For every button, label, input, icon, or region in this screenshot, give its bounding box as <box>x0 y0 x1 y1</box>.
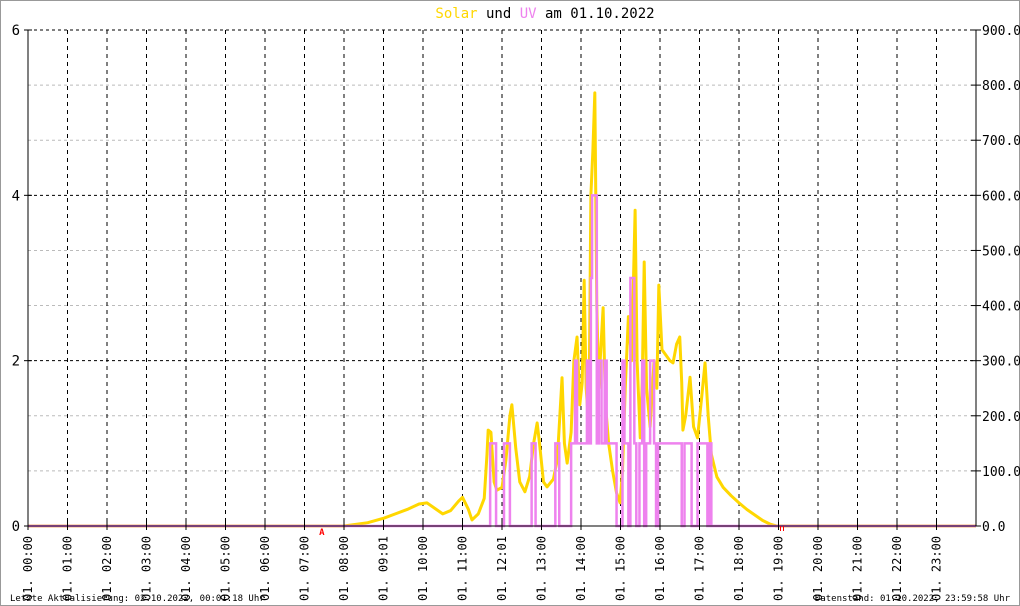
x-tick-label: 01. 17:00 <box>693 536 707 601</box>
x-tick-label: 01. 02:00 <box>100 536 114 601</box>
title-und: und <box>478 6 520 22</box>
right-tick-label: 700.0 <box>982 134 1020 149</box>
x-tick-label: 01. 12:01 <box>495 536 509 601</box>
title-uv: UV <box>520 6 537 22</box>
x-tick-label: 01. 18:00 <box>732 536 746 601</box>
x-tick-label: 01. 19:00 <box>772 536 786 601</box>
right-tick-label: 100.0 <box>982 465 1020 480</box>
x-tick-label: 01. 14:00 <box>574 536 588 601</box>
right-tick-label: 900.0 <box>982 24 1020 39</box>
x-tick-label: 01. 13:00 <box>535 536 549 601</box>
x-tick-label: 01. 00:00 <box>21 536 35 601</box>
right-tick-label: 400.0 <box>982 300 1020 315</box>
x-tick-label: 01. 06:00 <box>258 536 272 601</box>
x-tick-label: 01. 20:00 <box>811 536 825 601</box>
x-tick-label: 01. 15:00 <box>614 536 628 601</box>
right-tick-label: 600.0 <box>982 189 1020 204</box>
x-tick-label: 01. 05:00 <box>219 536 233 601</box>
title-solar: Solar <box>435 6 477 22</box>
right-tick-label: 500.0 <box>982 244 1020 259</box>
left-tick-label: 6 <box>12 23 20 39</box>
x-tick-label: 01. 03:00 <box>140 536 154 601</box>
left-tick-label: 2 <box>12 354 20 370</box>
right-tick-label: 0.0 <box>982 520 1005 535</box>
x-tick-label: 01. 04:00 <box>179 536 193 601</box>
x-tick-label: 01. 21:00 <box>851 536 865 601</box>
footer-data-status: Datenstand: 01.10.2022, 23:59:58 Uhr <box>815 594 1011 604</box>
footer-last-update: Letzte Aktualisierung: 02.10.2022, 00:01… <box>10 594 265 604</box>
x-tick-label: 01. 10:00 <box>416 536 430 601</box>
x-tick-label: 01. 09:01 <box>377 536 391 601</box>
x-tick-label: 01. 08:00 <box>337 536 351 601</box>
x-tick-label: 01. 16:00 <box>653 536 667 601</box>
annotation-marker: A <box>319 528 325 538</box>
solar-uv-chart: 0.0 100.0 200.0 300.0 400.0 500.0 600.0 700.0 80… <box>0 0 1020 606</box>
right-tick-label: 200.0 <box>982 410 1020 425</box>
x-tick-label: 01. 23:00 <box>930 536 944 601</box>
x-tick-label: 01. 01:00 <box>61 536 75 601</box>
chart-title: Solar und UV am 01.10.2022 <box>435 6 654 22</box>
left-tick-label: 4 <box>12 188 20 204</box>
x-tick-label: 01. 11:00 <box>456 536 470 601</box>
right-tick-label: 300.0 <box>982 355 1020 370</box>
x-tick-label: 01. 22:00 <box>890 536 904 601</box>
x-tick-label: 01. 07:00 <box>298 536 312 601</box>
left-tick-label: 0 <box>12 519 20 535</box>
chart-window: 0.0 100.0 200.0 300.0 400.0 500.0 600.0 700.0 80… <box>0 0 1020 606</box>
title-date: am 01.10.2022 <box>537 6 655 22</box>
right-tick-label: 800.0 <box>982 79 1020 94</box>
